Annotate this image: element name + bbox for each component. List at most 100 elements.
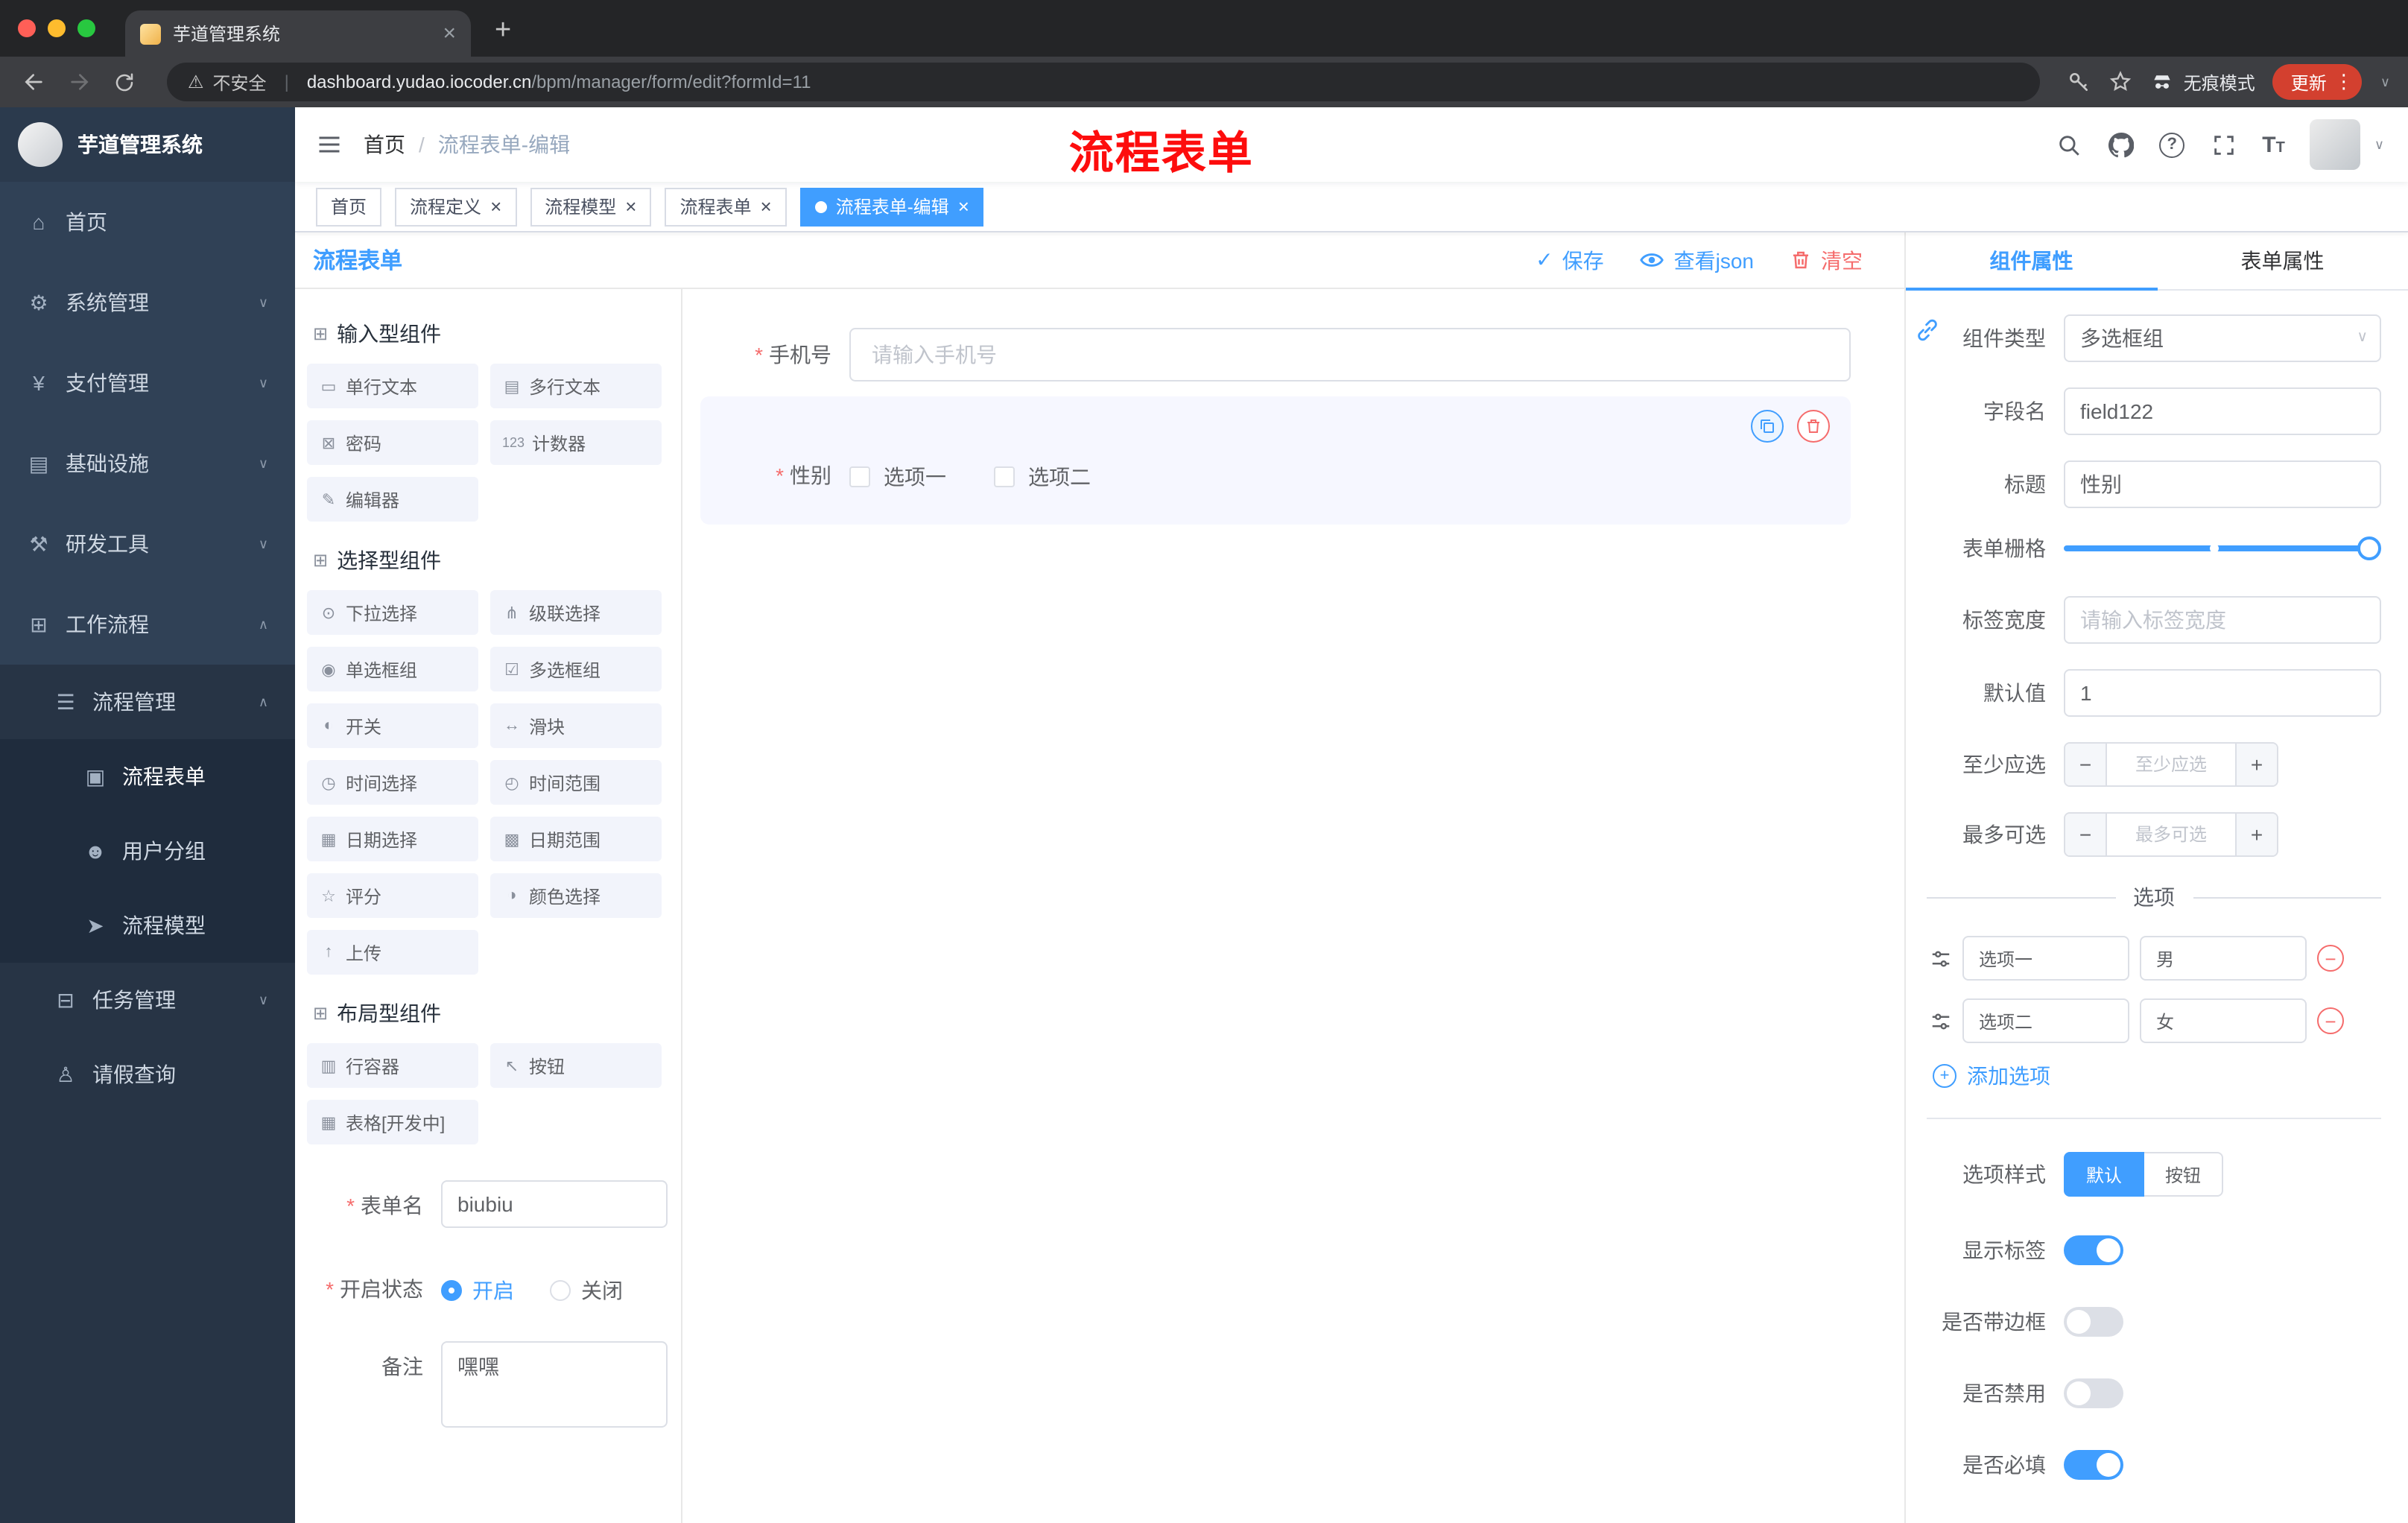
- option-1-value-input[interactable]: [2140, 936, 2307, 981]
- component-rate[interactable]: ☆ 评分: [307, 873, 478, 918]
- tab-component-props[interactable]: 组件属性: [1906, 232, 2157, 291]
- tab-form-props[interactable]: 表单属性: [2157, 232, 2408, 289]
- clear-button[interactable]: 清空: [1790, 245, 1863, 275]
- gender-option-1-checkbox[interactable]: 选项一: [849, 462, 946, 492]
- breadcrumb-home[interactable]: 首页: [364, 130, 405, 159]
- component-slider[interactable]: ↔ 滑块: [490, 703, 662, 748]
- component-table[interactable]: ▦ 表格[开发中]: [307, 1100, 478, 1144]
- sidebar-item-process-mgmt[interactable]: ☰ 流程管理: [0, 665, 295, 739]
- minimize-window-button[interactable]: [48, 19, 66, 37]
- help-icon[interactable]: ?: [2159, 132, 2185, 157]
- tag-home[interactable]: 首页: [316, 187, 382, 226]
- option-2-value-input[interactable]: [2140, 998, 2307, 1043]
- fullscreen-icon[interactable]: [2210, 131, 2237, 158]
- tag-process-form[interactable]: 流程表单: [665, 187, 787, 226]
- component-type-select[interactable]: 多选框组: [2064, 314, 2381, 362]
- sidebar-item-system-mgmt[interactable]: ⚙ 系统管理: [0, 262, 295, 343]
- sidebar-item-task-mgmt[interactable]: ⊟ 任务管理: [0, 963, 295, 1037]
- component-time-picker[interactable]: ◷ 时间选择: [307, 760, 478, 805]
- disabled-toggle[interactable]: [2064, 1378, 2123, 1408]
- label-width-input[interactable]: [2064, 596, 2381, 644]
- status-off-radio[interactable]: 关闭: [550, 1276, 623, 1305]
- sidebar-item-process-form[interactable]: ▣ 流程表单: [0, 739, 295, 814]
- required-toggle[interactable]: [2064, 1450, 2123, 1480]
- add-option-button[interactable]: 添加选项: [1927, 1061, 2381, 1091]
- font-size-icon[interactable]: TT: [2262, 132, 2285, 157]
- sidebar-item-process-model[interactable]: ➤ 流程模型: [0, 888, 295, 963]
- password-key-icon[interactable]: [2068, 70, 2091, 94]
- max-select-input[interactable]: [2107, 814, 2235, 855]
- component-row-container[interactable]: ▥ 行容器: [307, 1043, 478, 1088]
- toolbar-chevron-icon[interactable]: [2380, 74, 2390, 90]
- sidebar-item-leave-query[interactable]: ♙ 请假查询: [0, 1037, 295, 1112]
- avatar-caret-icon[interactable]: [2374, 136, 2384, 153]
- close-icon[interactable]: [490, 195, 501, 218]
- sidebar-item-home[interactable]: ⌂ 首页: [0, 182, 295, 262]
- component-button[interactable]: ↖ 按钮: [490, 1043, 662, 1088]
- phone-input[interactable]: [849, 328, 1851, 381]
- field-name-input[interactable]: [2064, 387, 2381, 435]
- decrease-button[interactable]: [2065, 744, 2107, 785]
- view-json-button[interactable]: 查看json: [1640, 245, 1754, 275]
- component-counter[interactable]: 123 计数器: [490, 420, 662, 465]
- style-default-button[interactable]: 默认: [2064, 1152, 2145, 1197]
- grid-slider[interactable]: [2064, 536, 2381, 560]
- show-label-toggle[interactable]: [2064, 1235, 2123, 1265]
- new-tab-button[interactable]: [495, 15, 511, 48]
- style-button-button[interactable]: 按钮: [2144, 1152, 2224, 1197]
- github-icon[interactable]: [2107, 131, 2134, 158]
- sidebar-logo[interactable]: 芋道管理系统: [0, 107, 295, 182]
- drag-handle-icon[interactable]: [1930, 947, 1952, 969]
- status-on-radio[interactable]: 开启: [441, 1276, 514, 1305]
- component-editor[interactable]: ✎ 编辑器: [307, 477, 478, 522]
- back-icon[interactable]: [18, 66, 51, 98]
- user-avatar[interactable]: [2310, 119, 2361, 170]
- increase-button[interactable]: [2235, 814, 2277, 855]
- component-password[interactable]: ⊠ 密码: [307, 420, 478, 465]
- close-icon[interactable]: [958, 195, 969, 218]
- component-date-picker[interactable]: ▦ 日期选择: [307, 817, 478, 861]
- remark-textarea[interactable]: 嘿嘿: [441, 1341, 668, 1428]
- address-bar[interactable]: ⚠ 不安全 | dashboard.yudao.iocoder.cn/bpm/m…: [167, 63, 2041, 101]
- component-cascader[interactable]: ⋔ 级联选择: [490, 590, 662, 635]
- sidebar-item-user-group[interactable]: ☻ 用户分组: [0, 814, 295, 888]
- component-multi-text[interactable]: ▤ 多行文本: [490, 364, 662, 408]
- sidebar-item-workflow[interactable]: ⊞ 工作流程: [0, 584, 295, 665]
- border-toggle[interactable]: [2064, 1307, 2123, 1337]
- component-switch[interactable]: ◐ 开关: [307, 703, 478, 748]
- slider-handle[interactable]: [2357, 536, 2381, 560]
- search-icon[interactable]: [2055, 131, 2082, 158]
- min-select-input[interactable]: [2107, 744, 2235, 785]
- form-name-input[interactable]: [441, 1180, 668, 1228]
- component-time-range[interactable]: ◴ 时间范围: [490, 760, 662, 805]
- forward-icon[interactable]: [63, 66, 95, 98]
- sidebar-item-dev-tools[interactable]: ⚒ 研发工具: [0, 504, 295, 584]
- gender-option-2-checkbox[interactable]: 选项二: [994, 462, 1091, 492]
- component-single-text[interactable]: ▭ 单行文本: [307, 364, 478, 408]
- sidebar-item-infrastructure[interactable]: ▤ 基础设施: [0, 423, 295, 504]
- tag-process-form-edit[interactable]: 流程表单-编辑: [799, 187, 984, 226]
- phone-field[interactable]: 手机号: [700, 328, 1851, 381]
- component-radio-group[interactable]: ◉ 单选框组: [307, 647, 478, 691]
- close-window-button[interactable]: [18, 19, 36, 37]
- option-2-label-input[interactable]: [1962, 998, 2129, 1043]
- increase-button[interactable]: [2235, 744, 2277, 785]
- component-color-picker[interactable]: ◑ 颜色选择: [490, 873, 662, 918]
- tag-process-definition[interactable]: 流程定义: [395, 187, 517, 226]
- component-date-range[interactable]: ▩ 日期范围: [490, 817, 662, 861]
- close-icon[interactable]: [761, 195, 772, 218]
- hamburger-icon[interactable]: [316, 131, 343, 158]
- copy-component-button[interactable]: [1751, 410, 1784, 443]
- browser-tab[interactable]: 芋道管理系统: [125, 10, 471, 57]
- browser-update-button[interactable]: 更新: [2272, 64, 2363, 100]
- gender-field[interactable]: 性别 选项一 选项二: [700, 459, 1830, 492]
- remove-option-button[interactable]: [2317, 1007, 2344, 1034]
- close-icon[interactable]: [625, 195, 636, 218]
- zoom-window-button[interactable]: [77, 19, 95, 37]
- sidebar-item-payment-mgmt[interactable]: ¥ 支付管理: [0, 343, 295, 423]
- component-upload[interactable]: ↑ 上传: [307, 930, 478, 975]
- tag-process-model[interactable]: 流程模型: [530, 187, 652, 226]
- gender-field-selected[interactable]: 性别 选项一 选项二: [700, 396, 1851, 525]
- tab-close-icon[interactable]: [443, 21, 456, 46]
- remove-option-button[interactable]: [2317, 945, 2344, 972]
